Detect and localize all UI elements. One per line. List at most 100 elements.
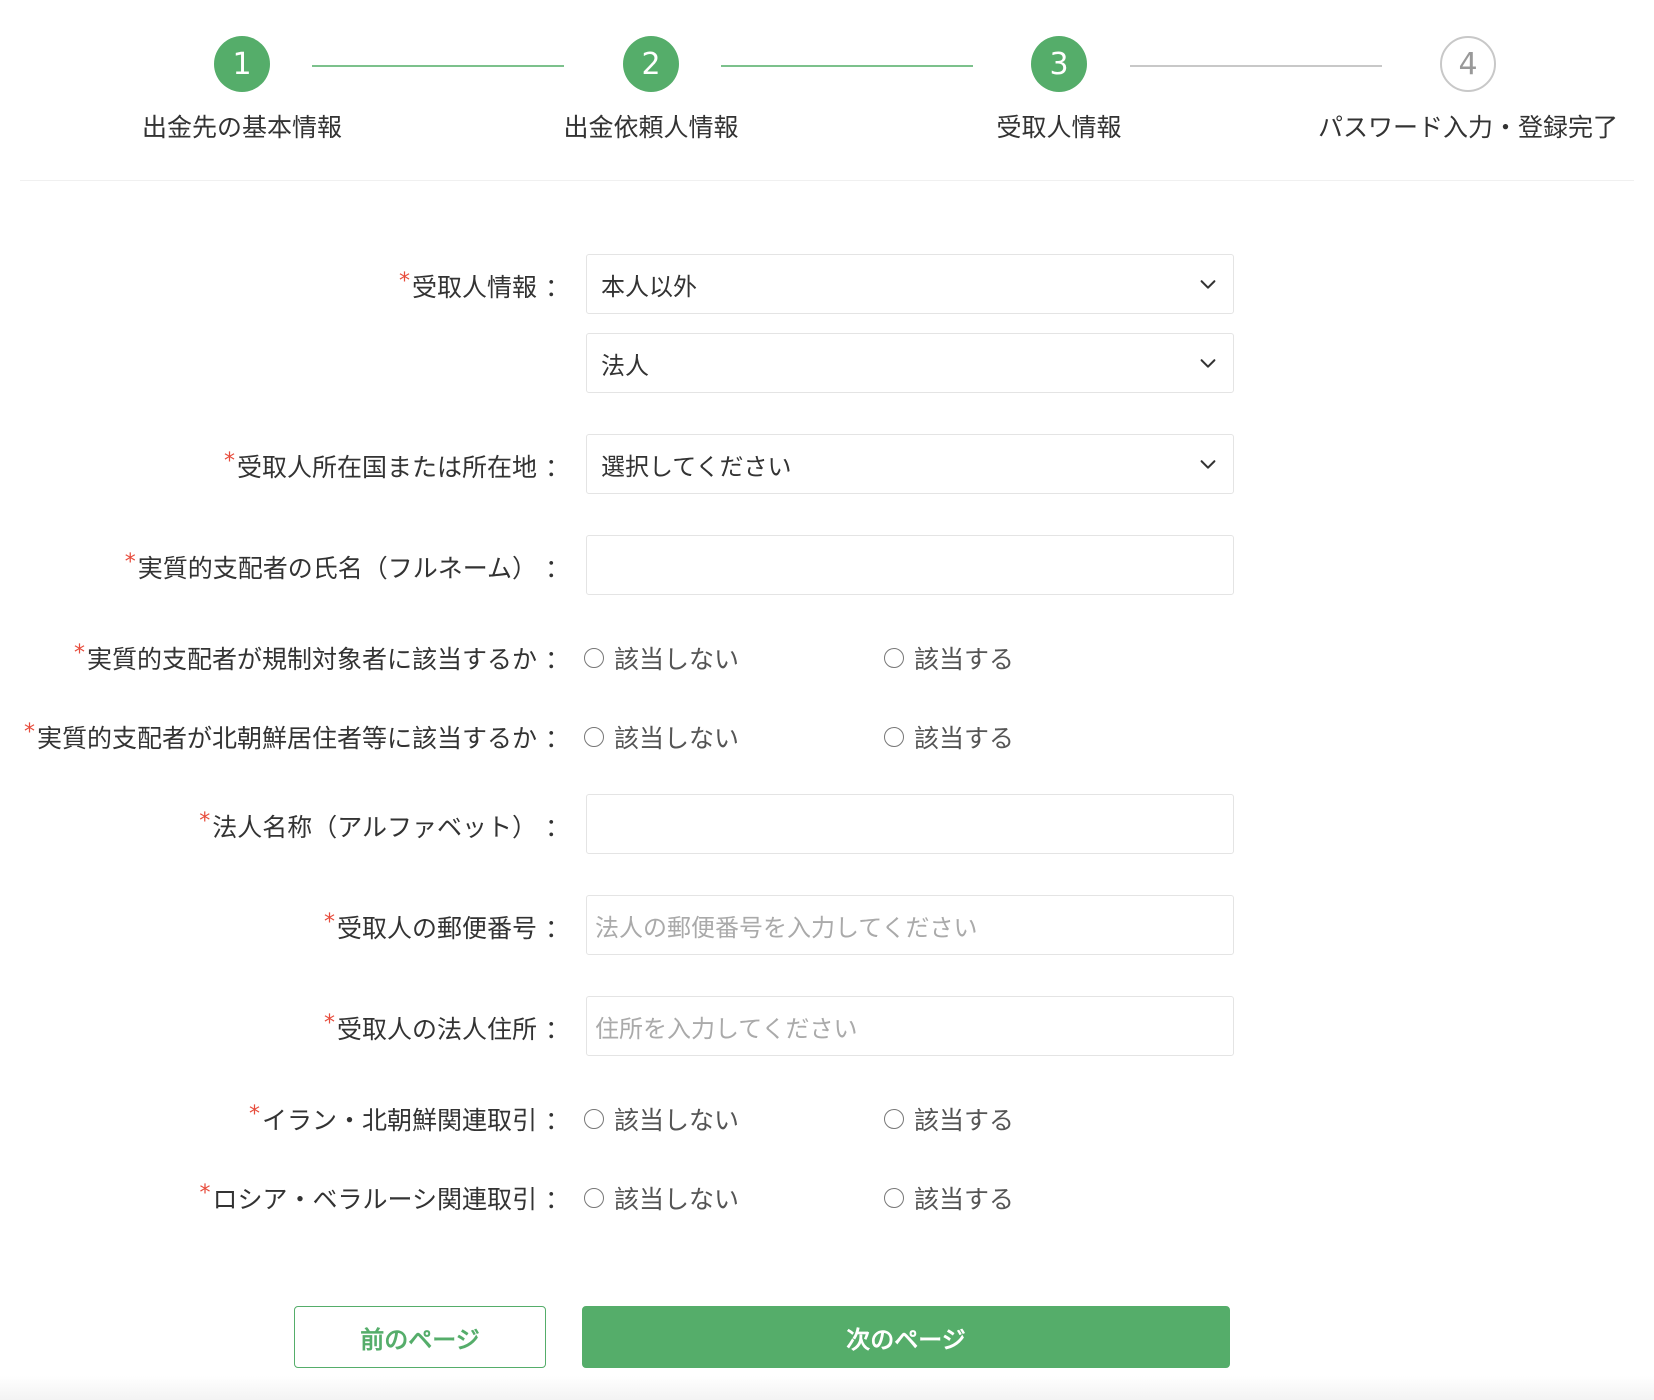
- colon: ：: [544, 724, 570, 753]
- step-number-badge: 3: [1031, 36, 1087, 92]
- russia-belarus-trade-label: * ロシア・ベラルーシ関連取引 ：: [199, 1180, 570, 1216]
- step-number-badge: 4: [1440, 36, 1496, 92]
- step-label: 出金先の基本情報: [141, 113, 342, 142]
- step-3: 3 受取人情報: [859, 36, 1259, 144]
- colon: ：: [544, 554, 570, 583]
- label-text: イラン・北朝鮮関連取引: [261, 1106, 537, 1135]
- page-bottom-shadow: [0, 1376, 1654, 1400]
- radio-option-not-applicable[interactable]: 該当しない: [584, 1101, 884, 1137]
- prev-page-button[interactable]: 前のページ: [294, 1306, 546, 1368]
- radio-unchecked-icon[interactable]: [884, 648, 904, 668]
- required-mark: *: [323, 1010, 335, 1036]
- radio-option-applicable[interactable]: 該当する: [884, 640, 1014, 676]
- colon: ：: [544, 453, 570, 482]
- owner-sanctioned-label: * 実質的支配者が規制対象者に該当するか ：: [74, 640, 570, 676]
- radio-option-applicable[interactable]: 該当する: [884, 1101, 1014, 1137]
- radio-option-not-applicable[interactable]: 該当しない: [584, 640, 884, 676]
- required-mark: *: [199, 808, 211, 834]
- radio-unchecked-icon[interactable]: [584, 1188, 604, 1208]
- radio-label: 該当する: [914, 645, 1015, 674]
- owner-north-korea-label: * 実質的支配者が北朝鮮居住者等に該当するか ：: [24, 719, 570, 755]
- select-value: 本人以外: [601, 272, 697, 301]
- label-text: 実質的支配者の氏名（フルネーム）: [137, 554, 537, 583]
- input-placeholder: 住所を入力してください: [595, 1014, 858, 1043]
- step-4: 4 パスワード入力・登録完了: [1268, 36, 1654, 144]
- recipient-address-label: * 受取人の法人住所 ：: [324, 1010, 570, 1046]
- radio-label: 該当しない: [614, 645, 740, 674]
- step-number-badge: 1: [214, 36, 270, 92]
- russia-belarus-trade-radio-group: 該当しない 該当する: [584, 1180, 1014, 1216]
- label-text: 受取人情報: [411, 273, 537, 302]
- radio-unchecked-icon[interactable]: [584, 648, 604, 668]
- label-text: 受取人の法人住所: [336, 1015, 537, 1044]
- required-mark: *: [248, 1101, 260, 1127]
- recipient-entity-select[interactable]: 法人: [586, 333, 1234, 393]
- colon: ：: [544, 273, 570, 302]
- required-mark: *: [124, 549, 136, 575]
- recipient-type-select[interactable]: 本人以外: [586, 254, 1234, 314]
- step-label: 受取人情報: [996, 113, 1122, 142]
- beneficial-owner-name-label: * 実質的支配者の氏名（フルネーム） ：: [125, 549, 570, 585]
- radio-label: 該当しない: [614, 1106, 740, 1135]
- recipient-country-select[interactable]: 選択してください: [586, 434, 1234, 494]
- iran-nk-trade-label: * イラン・北朝鮮関連取引 ：: [249, 1101, 570, 1137]
- select-value: 法人: [601, 351, 649, 380]
- radio-label: 該当する: [914, 1106, 1015, 1135]
- radio-option-applicable[interactable]: 該当する: [884, 1180, 1014, 1216]
- select-value: 選択してください: [601, 452, 792, 481]
- label-text: ロシア・ベラルーシ関連取引: [212, 1185, 537, 1214]
- recipient-info-label: * 受取人情報 ：: [399, 268, 570, 304]
- colon: ：: [544, 645, 570, 674]
- radio-label: 該当する: [914, 1185, 1015, 1214]
- step-number-badge: 2: [623, 36, 679, 92]
- radio-option-not-applicable[interactable]: 該当しない: [584, 1180, 884, 1216]
- radio-label: 該当しない: [614, 724, 740, 753]
- step-label: パスワード入力・登録完了: [1317, 113, 1618, 142]
- recipient-postal-input[interactable]: 法人の郵便番号を入力してください: [586, 895, 1234, 955]
- radio-unchecked-icon[interactable]: [584, 727, 604, 747]
- radio-unchecked-icon[interactable]: [584, 1109, 604, 1129]
- label-text: 受取人の郵便番号: [336, 914, 537, 943]
- corp-name-alpha-input[interactable]: [586, 794, 1234, 854]
- radio-option-not-applicable[interactable]: 該当しない: [584, 719, 884, 755]
- chevron-down-icon: [1200, 359, 1216, 368]
- required-mark: *: [199, 1180, 211, 1206]
- owner-north-korea-radio-group: 該当しない 該当する: [584, 719, 1014, 755]
- progress-stepper: 1 出金先の基本情報 2 出金依頼人情報 3 受取人情報 4 パスワード入力・登…: [0, 0, 1654, 182]
- divider: [20, 180, 1634, 181]
- colon: ：: [544, 813, 570, 842]
- colon: ：: [544, 1106, 570, 1135]
- radio-unchecked-icon[interactable]: [884, 727, 904, 747]
- chevron-down-icon: [1200, 460, 1216, 469]
- recipient-country-label: * 受取人所在国または所在地 ：: [224, 448, 570, 484]
- label-text: 実質的支配者が規制対象者に該当するか: [86, 645, 537, 674]
- colon: ：: [544, 1015, 570, 1044]
- label-text: 実質的支配者が北朝鮮居住者等に該当するか: [36, 724, 537, 753]
- colon: ：: [544, 1185, 570, 1214]
- beneficial-owner-name-input[interactable]: [586, 535, 1234, 595]
- required-mark: *: [23, 719, 35, 745]
- step-1: 1 出金先の基本情報: [42, 36, 442, 144]
- corp-name-alpha-label: * 法人名称（アルファベット） ：: [199, 808, 570, 844]
- colon: ：: [544, 914, 570, 943]
- required-mark: *: [323, 909, 335, 935]
- radio-option-applicable[interactable]: 該当する: [884, 719, 1014, 755]
- required-mark: *: [398, 268, 410, 294]
- step-2: 2 出金依頼人情報: [451, 36, 851, 144]
- radio-unchecked-icon[interactable]: [884, 1188, 904, 1208]
- required-mark: *: [223, 448, 235, 474]
- required-mark: *: [73, 640, 85, 666]
- label-text: 受取人所在国または所在地: [236, 453, 537, 482]
- radio-unchecked-icon[interactable]: [884, 1109, 904, 1129]
- recipient-postal-label: * 受取人の郵便番号 ：: [324, 909, 570, 945]
- radio-label: 該当しない: [614, 1185, 740, 1214]
- label-text: 法人名称（アルファベット）: [212, 813, 537, 842]
- radio-label: 該当する: [914, 724, 1015, 753]
- chevron-down-icon: [1200, 280, 1216, 289]
- input-placeholder: 法人の郵便番号を入力してください: [595, 913, 978, 942]
- recipient-address-input[interactable]: 住所を入力してください: [586, 996, 1234, 1056]
- next-page-button[interactable]: 次のページ: [582, 1306, 1230, 1368]
- step-label: 出金依頼人情報: [563, 113, 739, 142]
- iran-nk-trade-radio-group: 該当しない 該当する: [584, 1101, 1014, 1137]
- owner-sanctioned-radio-group: 該当しない 該当する: [584, 640, 1014, 676]
